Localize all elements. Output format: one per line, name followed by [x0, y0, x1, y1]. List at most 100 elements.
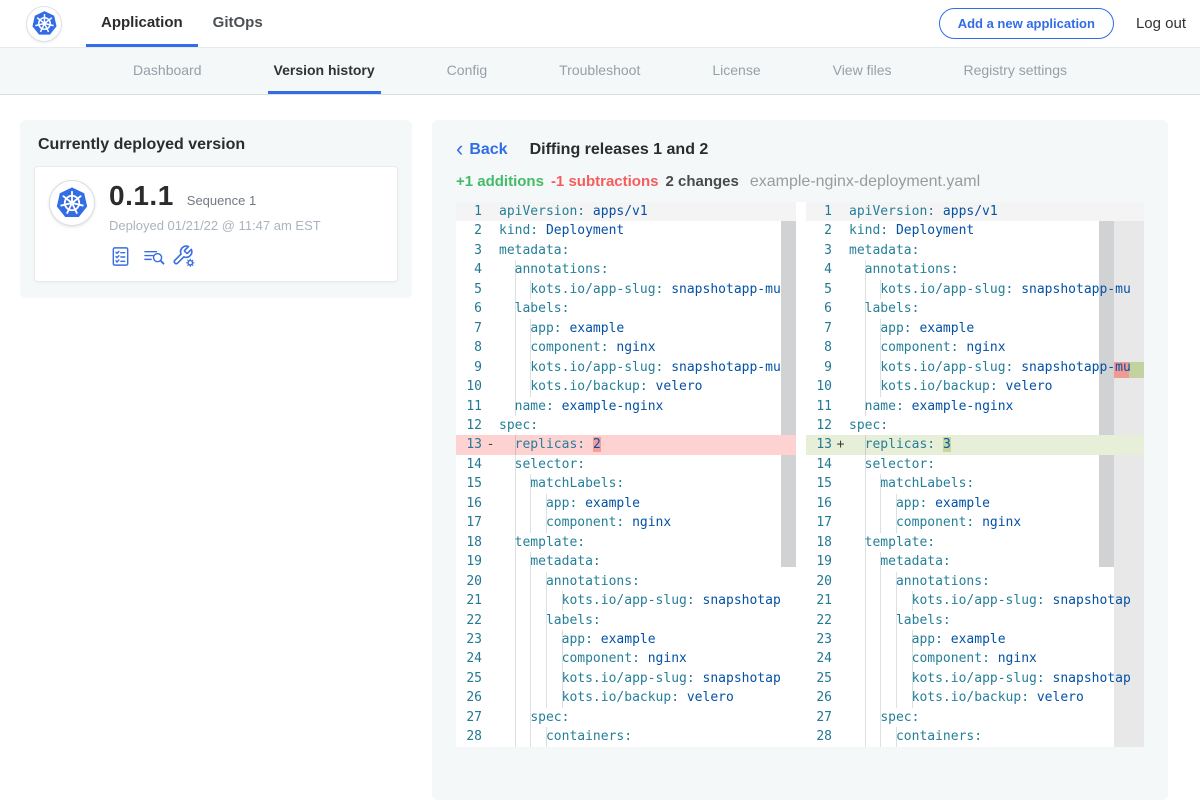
indent-guide	[515, 552, 516, 571]
indent-guide	[880, 630, 881, 649]
indent-guide	[880, 513, 881, 532]
indent-guide	[912, 669, 913, 688]
indent-guide	[562, 669, 563, 688]
subnav-tab-version-history[interactable]: Version history	[268, 48, 381, 94]
code-line-9: 9 kots.io/app-slug: snapshotapp-mu	[456, 358, 796, 377]
code-line-9: 9 kots.io/app-slug: snapshotapp-mu	[806, 358, 1144, 377]
indent-guide	[896, 591, 897, 610]
indent-guide	[880, 669, 881, 688]
indent-guide	[515, 708, 516, 727]
indent-guide	[515, 572, 516, 591]
indent-guide	[530, 338, 531, 357]
config-wrench-icon[interactable]	[171, 244, 196, 268]
indent-guide	[530, 611, 531, 630]
indent-guide	[896, 611, 897, 630]
checklist-icon[interactable]	[109, 245, 132, 268]
indent-guide	[530, 591, 531, 610]
code-line-15: 15 matchLabels:	[456, 474, 796, 493]
back-chevron-icon: ‹	[456, 141, 463, 157]
indent-guide	[880, 727, 881, 746]
code-line-3: 3metadata:	[456, 241, 796, 260]
code-line-20: 20 annotations:	[456, 572, 796, 591]
subnav-tab-view-files[interactable]: View files	[827, 48, 898, 94]
app-subnav: Dashboard Version history Config Troublesho…	[0, 48, 1200, 95]
indent-guide	[865, 358, 866, 377]
subnav-tab-registry-settings[interactable]: Registry settings	[958, 48, 1073, 94]
indent-guide	[865, 260, 866, 279]
code-line-13: 13- replicas: 2	[456, 435, 796, 454]
indent-guide	[865, 669, 866, 688]
code-line-1: 1apiVersion: apps/v1	[456, 202, 796, 221]
code-line-16: 16 app: example	[806, 494, 1144, 513]
indent-guide	[546, 591, 547, 610]
code-line-28: 28 containers:	[456, 727, 796, 746]
back-link[interactable]: ‹ Back	[456, 141, 508, 159]
code-line-19: 19 metadata:	[456, 552, 796, 571]
indent-guide	[562, 591, 563, 610]
indent-guide	[515, 397, 516, 416]
tab-gitops[interactable]: GitOps	[198, 0, 278, 47]
indent-guide	[880, 572, 881, 591]
indent-guide	[880, 358, 881, 377]
sequence-label: Sequence 1	[187, 193, 256, 208]
indent-guide	[530, 727, 531, 746]
indent-guide	[515, 669, 516, 688]
tab-application[interactable]: Application	[86, 0, 198, 47]
code-line-26: 26 kots.io/backup: velero	[456, 688, 796, 707]
code-line-21: 21 kots.io/app-slug: snapshotap	[806, 591, 1144, 610]
logout-button[interactable]: Log out	[1136, 15, 1186, 32]
code-line-10: 10 kots.io/backup: velero	[456, 377, 796, 396]
indent-guide	[865, 708, 866, 727]
indent-guide	[865, 630, 866, 649]
add-new-application-button[interactable]: Add a new application	[939, 8, 1114, 39]
indent-guide	[515, 299, 516, 318]
indent-guide	[546, 669, 547, 688]
indent-guide	[912, 688, 913, 707]
indent-guide	[912, 630, 913, 649]
diff-stats: +1 additions -1 subtractions 2 changes e…	[456, 173, 1144, 193]
code-line-16: 16 app: example	[456, 494, 796, 513]
code-line-18: 18 template:	[806, 533, 1144, 552]
code-line-20: 20 annotations:	[806, 572, 1144, 591]
indent-guide	[515, 533, 516, 552]
logs-search-icon[interactable]	[142, 245, 167, 268]
indent-guide	[912, 591, 913, 610]
indent-guide	[562, 688, 563, 707]
indent-guide	[865, 649, 866, 668]
indent-guide	[530, 513, 531, 532]
code-line-24: 24 component: nginx	[806, 649, 1144, 668]
code-line-8: 8 component: nginx	[456, 338, 796, 357]
indent-guide	[880, 611, 881, 630]
indent-guide	[865, 727, 866, 746]
code-line-15: 15 matchLabels:	[806, 474, 1144, 493]
subnav-tab-license[interactable]: License	[706, 48, 766, 94]
indent-guide	[865, 319, 866, 338]
version-card: 0.1.1 Sequence 1 Deployed 01/21/22 @ 11:…	[34, 166, 398, 282]
indent-guide	[880, 688, 881, 707]
code-line-12: 12spec:	[806, 416, 1144, 435]
code-line-24: 24 component: nginx	[456, 649, 796, 668]
code-line-11: 11 name: example-nginx	[806, 397, 1144, 416]
diff-pane-original[interactable]: 1apiVersion: apps/v12kind: Deployment3me…	[456, 202, 796, 747]
indent-guide	[515, 727, 516, 746]
indent-guide	[880, 319, 881, 338]
indent-guide	[896, 727, 897, 746]
indent-guide	[880, 649, 881, 668]
indent-guide	[562, 649, 563, 668]
subtractions-count: -1 subtractions	[551, 173, 659, 190]
subnav-tab-dashboard[interactable]: Dashboard	[127, 48, 208, 94]
diff-pane-modified[interactable]: 1apiVersion: apps/v12kind: Deployment3me…	[806, 202, 1144, 747]
indent-guide	[515, 358, 516, 377]
subnav-tab-troubleshoot[interactable]: Troubleshoot	[553, 48, 646, 94]
subnav-tab-config[interactable]: Config	[441, 48, 493, 94]
code-line-2: 2kind: Deployment	[456, 221, 796, 240]
indent-guide	[865, 338, 866, 357]
app-logo	[26, 0, 62, 47]
indent-guide	[865, 299, 866, 318]
indent-guide	[530, 474, 531, 493]
indent-guide	[865, 533, 866, 552]
indent-guide	[865, 494, 866, 513]
indent-guide	[865, 280, 866, 299]
indent-guide	[880, 591, 881, 610]
diff-editor: 1apiVersion: apps/v12kind: Deployment3me…	[456, 202, 1144, 747]
